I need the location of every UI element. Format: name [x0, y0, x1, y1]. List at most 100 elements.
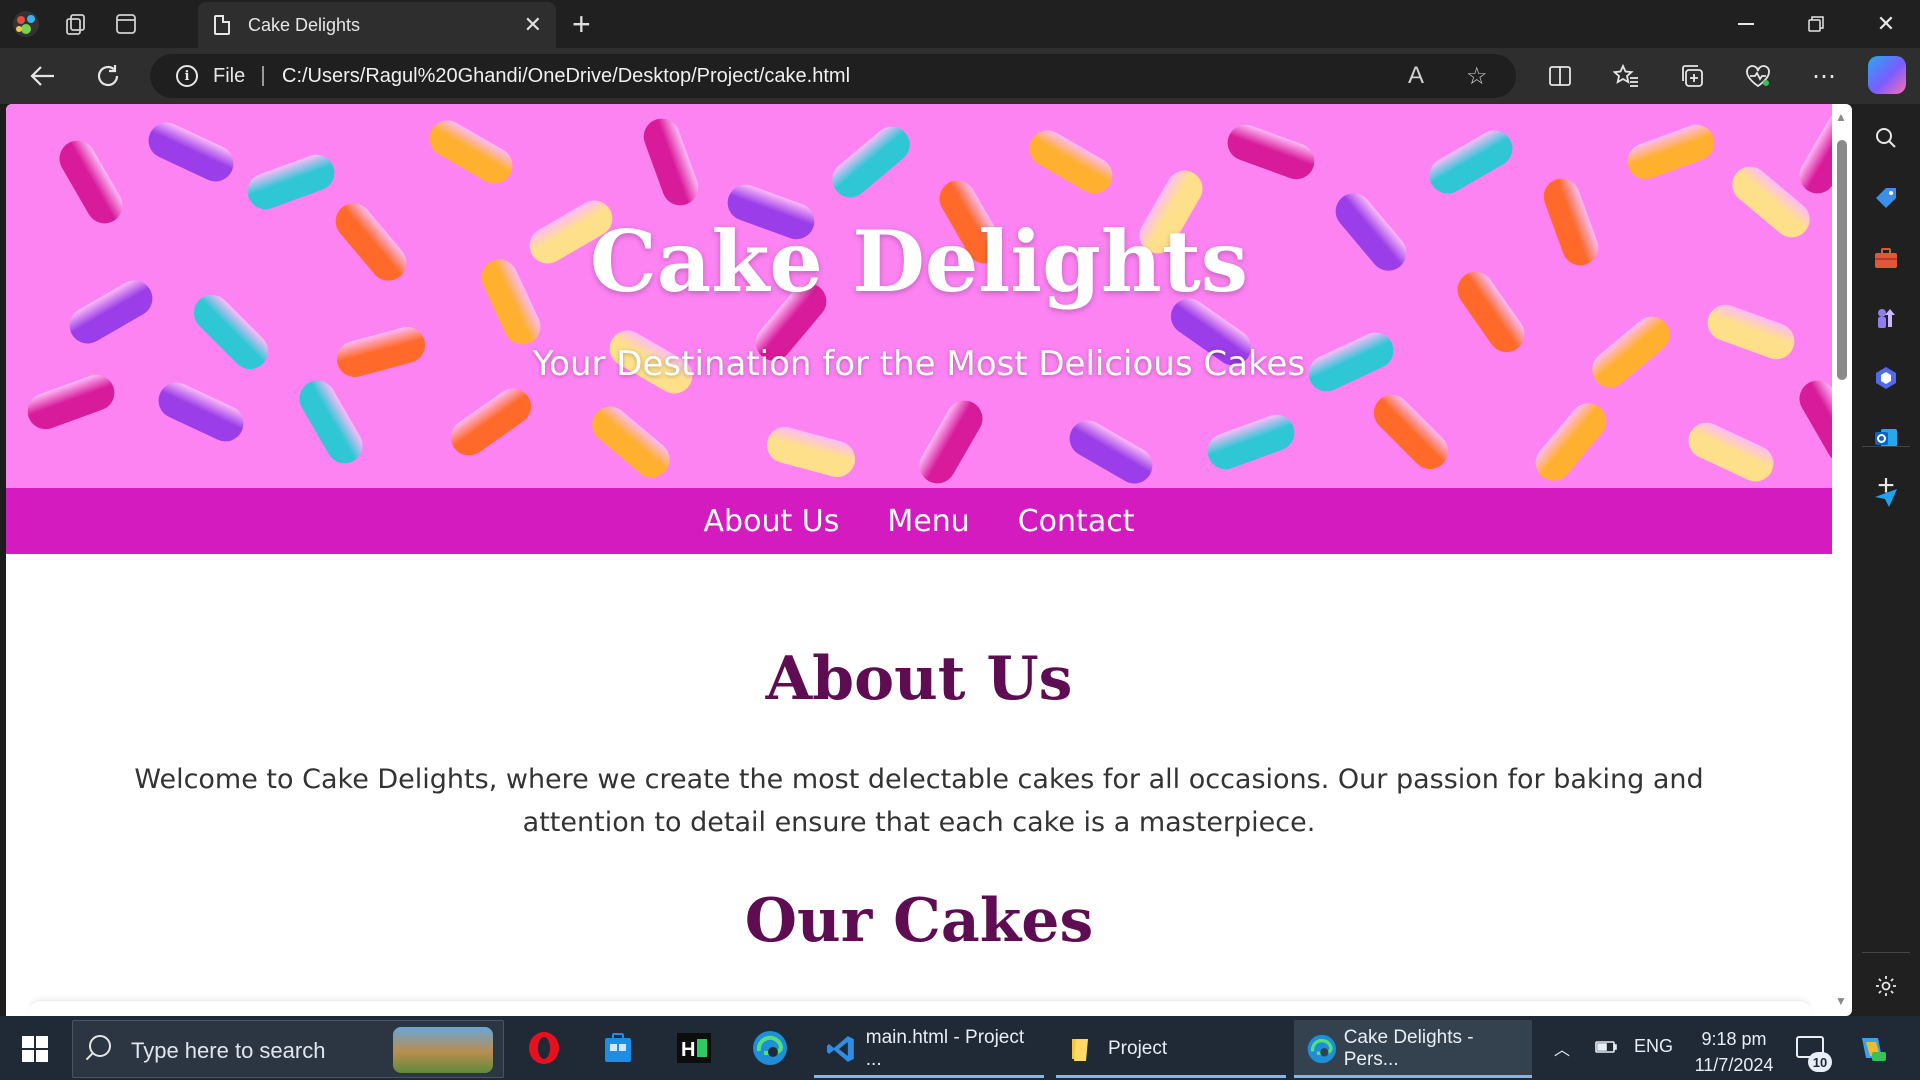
shopping-tag-icon[interactable]: [1866, 178, 1906, 218]
sprinkle-decoration: [1528, 395, 1614, 488]
sprinkle-decoration: [423, 113, 519, 191]
edge-icon: [1307, 1034, 1337, 1064]
opera-icon[interactable]: [522, 1026, 566, 1070]
sidebar-divider: [1862, 446, 1910, 447]
page-icon: [214, 15, 230, 35]
sprinkle-decoration: [443, 381, 539, 463]
copilot-preview-icon[interactable]: [1850, 1026, 1894, 1070]
browser-essentials-icon[interactable]: [1740, 58, 1776, 94]
task-label: Project: [1108, 1038, 1168, 1059]
hackerrank-icon[interactable]: H: [672, 1026, 716, 1070]
sidebar-divider-bottom: [1862, 952, 1910, 953]
outlook-icon[interactable]: [1866, 418, 1906, 458]
vscode-icon: [826, 1036, 854, 1062]
clock-time: 9:18 pm: [1701, 1029, 1767, 1049]
windows-taskbar: Type here to search H main.html - Projec…: [0, 1016, 1920, 1080]
microsoft-365-icon[interactable]: [1866, 358, 1906, 398]
workspaces-icon[interactable]: [60, 8, 92, 40]
sprinkle-decoration: [824, 119, 918, 205]
cakes-heading: Our Cakes: [744, 886, 1094, 956]
close-tab-icon[interactable]: ✕: [524, 12, 542, 38]
sprinkle-decoration: [1792, 374, 1832, 470]
hero-subtitle: Your Destination for the Most Delicious …: [532, 344, 1306, 384]
tab-cake-delights[interactable]: Cake Delights ✕: [198, 2, 556, 48]
sprinkle-decoration: [1682, 416, 1780, 488]
browser-toolbar: i File C:/Users/Ragul%20Ghandi/OneDrive/…: [0, 48, 1920, 104]
sprinkle-decoration: [242, 149, 340, 215]
url-text[interactable]: C:/Users/Ragul%20Ghandi/OneDrive/Desktop…: [282, 65, 850, 88]
search-icon[interactable]: [1866, 118, 1906, 158]
copilot-icon[interactable]: [1868, 56, 1906, 94]
sprinkle-decoration: [584, 399, 678, 485]
system-clock[interactable]: 9:18 pm 11/7/2024: [1682, 1026, 1786, 1078]
site-nav: About Us Menu Contact: [6, 488, 1832, 554]
sprinkle-decoration: [1622, 119, 1720, 185]
sprinkle-decoration: [1366, 387, 1456, 477]
url-separator: [262, 66, 264, 86]
taskbar-edge-cake-delights[interactable]: Cake Delights - Pers...: [1294, 1020, 1532, 1078]
sprinkle-decoration: [292, 374, 370, 470]
cake-card-container: [30, 1000, 1810, 1016]
about-text: Welcome to Cake Delights, where we creat…: [134, 764, 1704, 838]
folder-icon: [1072, 1039, 1088, 1061]
page-viewport: Cake Delights Your Destination for the M…: [6, 104, 1832, 1016]
browser-title-bar: Cake Delights ✕ + ✕: [0, 0, 1920, 48]
scroll-thumb[interactable]: [1837, 140, 1847, 380]
minimize-button[interactable]: [1716, 6, 1776, 42]
nav-link-menu[interactable]: Menu: [887, 504, 969, 539]
add-app-icon[interactable]: +: [1866, 466, 1906, 506]
svg-text:H: H: [681, 1039, 695, 1061]
more-options-icon[interactable]: ⋯: [1806, 58, 1842, 94]
sprinkle-decoration: [638, 113, 704, 211]
nav-link-contact[interactable]: Contact: [1018, 504, 1135, 539]
sprinkle-decoration: [912, 394, 990, 488]
hero-banner: Cake Delights Your Destination for the M…: [6, 104, 1832, 488]
taskbar-vscode[interactable]: main.html - Project ...: [814, 1020, 1044, 1078]
nav-link-about-us[interactable]: About Us: [704, 504, 840, 539]
new-tab-button[interactable]: +: [572, 6, 591, 43]
task-label: Cake Delights - Pers...: [1343, 1027, 1474, 1070]
language-indicator[interactable]: ENG: [1634, 1036, 1673, 1057]
search-icon: [89, 1035, 111, 1057]
taskbar-search-box[interactable]: Type here to search: [72, 1020, 504, 1078]
scroll-down-icon[interactable]: ▼: [1835, 994, 1847, 1008]
site-info-icon[interactable]: i: [176, 65, 198, 87]
sprinkle-decoration: [1222, 119, 1320, 185]
tab-actions-icon[interactable]: [110, 8, 142, 40]
running-indicator: [1294, 1075, 1532, 1078]
search-highlight-image: [393, 1027, 493, 1073]
profile-avatar-icon[interactable]: [10, 8, 42, 40]
taskbar-file-explorer[interactable]: Project: [1056, 1020, 1286, 1078]
restore-button[interactable]: [1786, 6, 1846, 42]
games-icon[interactable]: [1866, 298, 1906, 338]
close-window-button[interactable]: ✕: [1856, 6, 1916, 42]
favorites-icon[interactable]: [1608, 58, 1644, 94]
scroll-up-icon[interactable]: ▲: [1835, 110, 1847, 124]
tools-briefcase-icon[interactable]: [1866, 238, 1906, 278]
show-hidden-icons-icon[interactable]: ︿: [1554, 1036, 1570, 1060]
collections-icon[interactable]: [1674, 58, 1710, 94]
sidebar-settings-icon[interactable]: [1866, 966, 1906, 1006]
protocol-label: File: [213, 65, 246, 87]
windows-start-button[interactable]: [22, 1036, 48, 1062]
hero-title: Cake Delights: [589, 212, 1249, 311]
sprinkle-decoration: [152, 376, 250, 448]
page-scrollbar[interactable]: ▲ ▼: [1832, 104, 1852, 1016]
refresh-button[interactable]: [90, 58, 126, 94]
search-placeholder: Type here to search: [131, 1038, 326, 1063]
store-icon[interactable]: [596, 1026, 640, 1070]
back-button[interactable]: [24, 58, 60, 94]
notification-count-badge: 10: [1808, 1052, 1832, 1072]
running-indicator: [1056, 1075, 1286, 1078]
network-battery-icon[interactable]: [1592, 1036, 1618, 1061]
favorite-star-icon[interactable]: ☆: [1466, 62, 1488, 91]
about-heading: About Us: [765, 644, 1073, 714]
address-bar[interactable]: i File C:/Users/Ragul%20Ghandi/OneDrive/…: [150, 54, 1516, 98]
sprinkle-decoration: [1423, 123, 1519, 201]
edge-sidebar: +: [1852, 104, 1920, 1016]
split-screen-icon[interactable]: [1542, 58, 1578, 94]
edge-icon[interactable]: [748, 1026, 792, 1070]
sprinkle-decoration: [1023, 123, 1119, 201]
running-indicator: [814, 1075, 1044, 1078]
read-aloud-icon[interactable]: A: [1408, 62, 1424, 90]
